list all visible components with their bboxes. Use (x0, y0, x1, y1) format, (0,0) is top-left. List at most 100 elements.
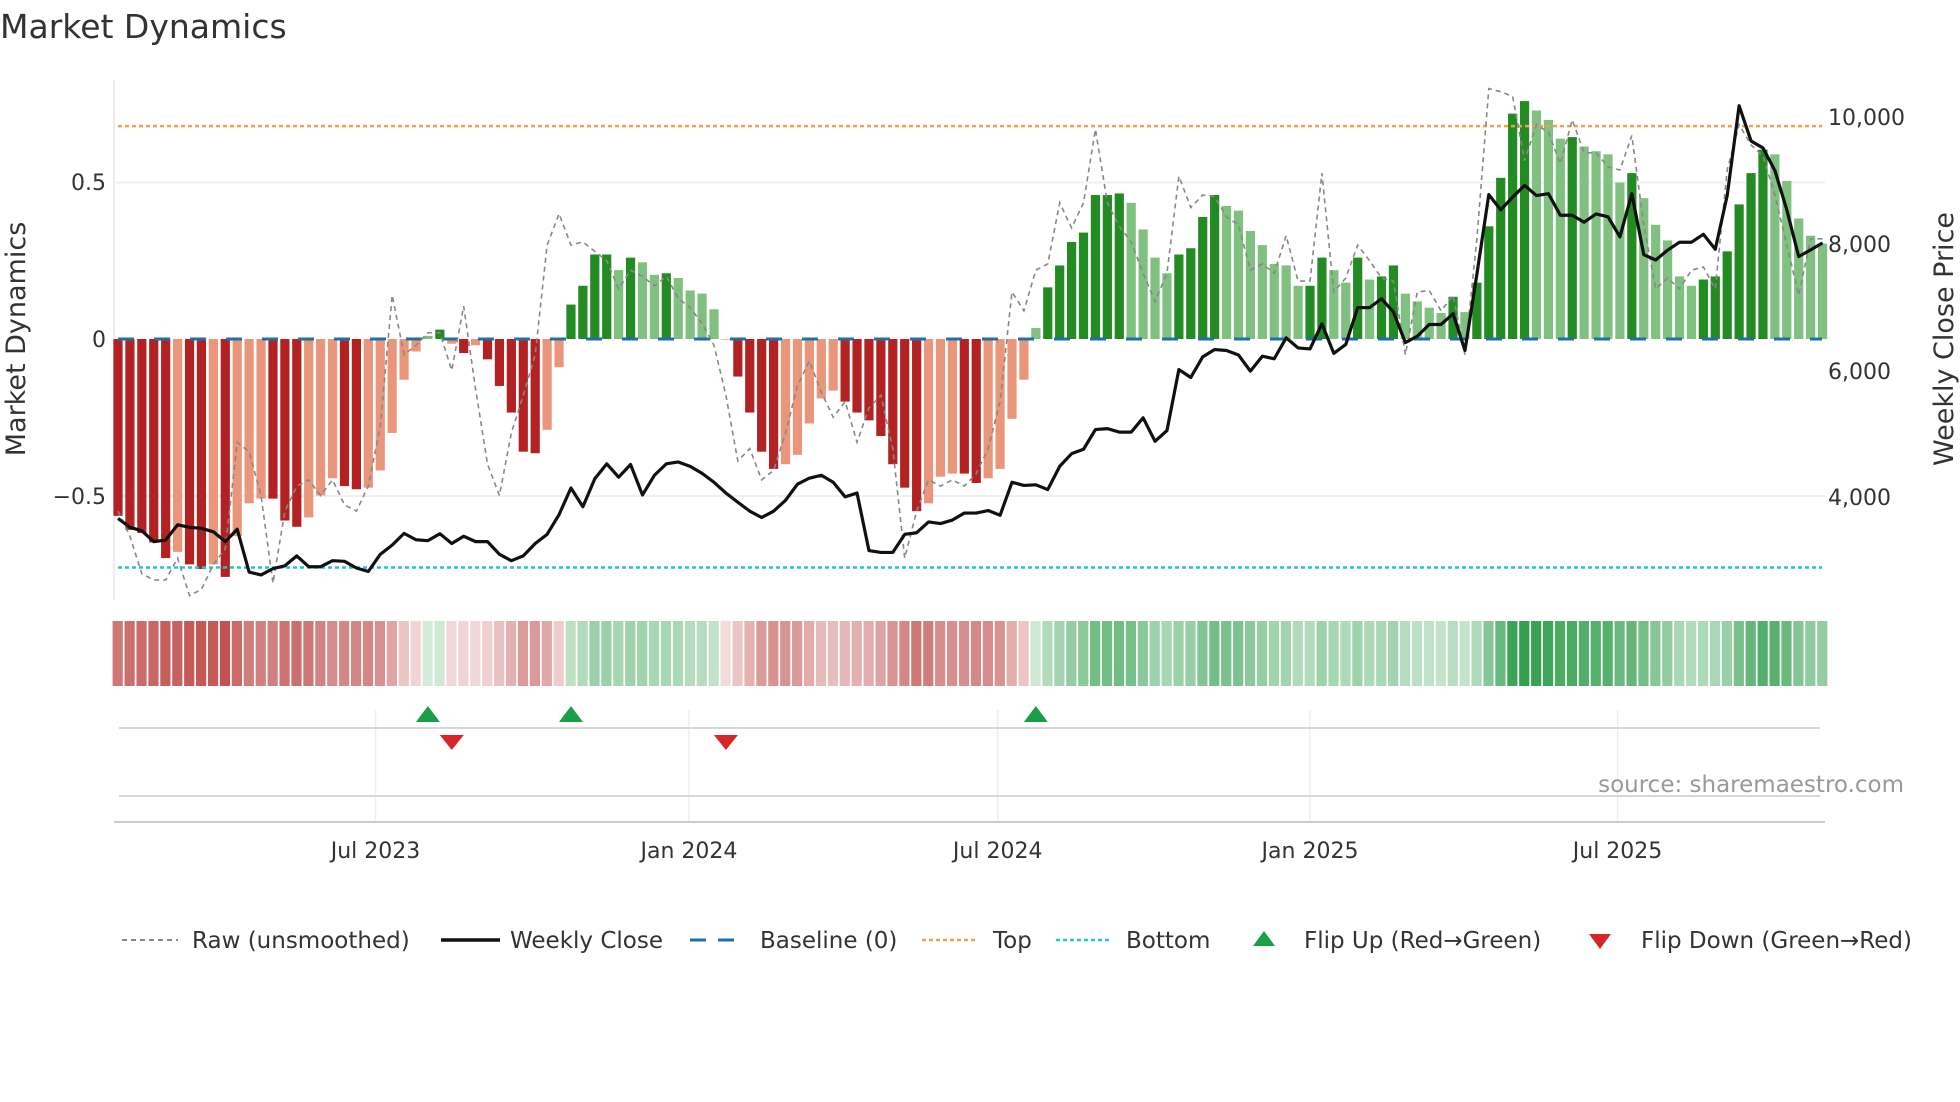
heatmap-cell (1161, 621, 1172, 686)
heatmap-cell (160, 621, 171, 686)
heatmap-cell (982, 621, 993, 686)
x-tick-label: Jan 2024 (639, 839, 738, 864)
heatmap-cell (1483, 621, 1494, 686)
heatmap-cell (1733, 621, 1744, 686)
heatmap-cell (1090, 621, 1101, 686)
dynamics-bar (1007, 339, 1017, 419)
legend-baseline-label: Baseline (0) (760, 928, 897, 954)
heatmap-cell (1578, 621, 1589, 686)
dynamics-bar (912, 339, 922, 512)
heatmap-cell (196, 621, 207, 686)
dynamics-bar (1591, 151, 1601, 339)
heatmap-cell (565, 621, 576, 686)
dynamics-bar (339, 339, 350, 487)
heatmap-cell (803, 621, 815, 686)
dynamics-bar (268, 339, 278, 499)
heatmap-cell (815, 621, 827, 686)
dynamics-bar (196, 339, 207, 570)
heatmap-cell (1566, 621, 1578, 686)
heatmap-cell (351, 621, 362, 686)
flip-down-marker (713, 735, 738, 750)
dynamics-bar (923, 339, 934, 504)
heatmap-cell (613, 621, 624, 686)
dynamics-bar (494, 339, 505, 386)
y-right-tick-label: 10,000 (1828, 106, 1905, 131)
x-tick-label: Jul 2025 (1571, 839, 1663, 864)
heatmap-cell (541, 621, 552, 686)
heatmap-cell (1697, 621, 1709, 686)
dynamics-bar (1674, 276, 1685, 339)
chart-title: Market Dynamics (0, 7, 287, 46)
heatmap-cell (625, 621, 636, 686)
heatmap-cell (1185, 621, 1196, 686)
heatmap-cell (637, 621, 648, 686)
dynamics-bar (1078, 232, 1089, 339)
dynamics-bar (971, 339, 981, 483)
dynamics-bar (1138, 229, 1148, 339)
heatmap-cell (1674, 621, 1685, 686)
heatmap-cell (780, 621, 791, 686)
legend-bottom-label: Bottom (1126, 928, 1210, 954)
dynamics-bar (1043, 287, 1053, 339)
heatmap-cell (1245, 621, 1256, 686)
heatmap-cell (1531, 621, 1542, 686)
heatmap-cell (887, 621, 898, 686)
dynamics-bar (1722, 251, 1732, 339)
heatmap-cell (303, 621, 314, 686)
heatmap-cell (1423, 621, 1434, 686)
flip-panel-grid (374, 710, 1619, 822)
legend-flip-up-icon (1253, 931, 1275, 946)
dynamics-bar (804, 339, 814, 424)
heatmap-cell (1018, 621, 1029, 686)
heatmap-cell (1209, 621, 1220, 686)
heatmap-cell (434, 621, 445, 686)
heatmap-cell (672, 621, 684, 686)
heatmap-cell (124, 621, 135, 686)
dynamics-bar (1746, 173, 1756, 339)
heatmap-cell (267, 621, 278, 686)
dynamics-bar (542, 339, 552, 430)
dynamics-bar (1305, 285, 1315, 339)
heatmap-cell (494, 621, 505, 686)
heatmap-cell (1769, 621, 1780, 686)
legend-flip-down-icon (1589, 934, 1611, 949)
dynamics-bar (1496, 177, 1506, 339)
heatmap-cell (696, 621, 707, 686)
heatmap-cell (935, 621, 946, 686)
heatmap-cell (577, 621, 588, 686)
heatmap-cell (1054, 621, 1065, 686)
legend: Raw (unsmoothed) Weekly Close Baseline (… (122, 928, 1912, 954)
dynamics-bar (327, 339, 338, 479)
dynamics-bar (1365, 279, 1375, 339)
dynamics-bar (590, 254, 600, 339)
heatmap-cell (529, 621, 540, 686)
dynamics-bar (745, 339, 755, 413)
reference-lines (118, 124, 1822, 569)
heatmap-cell (386, 621, 397, 686)
heatmap-cell (1221, 621, 1232, 686)
x-tick-label: Jan 2025 (1260, 839, 1359, 864)
dynamics-bar (244, 339, 254, 504)
dynamics-bar (1269, 263, 1279, 339)
dynamics-bar (482, 339, 493, 360)
heatmap-cell (601, 621, 612, 686)
heatmap-cell (1292, 621, 1303, 686)
heatmap-cell (756, 621, 767, 686)
dynamics-bar (1281, 265, 1291, 339)
heatmap-cell (1316, 621, 1327, 686)
dynamics-bar (554, 339, 564, 368)
x-tick-label: Jul 2024 (951, 839, 1043, 864)
dynamics-bar (1353, 257, 1363, 339)
heatmap-cell (1388, 621, 1399, 686)
dynamics-bar (530, 339, 540, 454)
heatmap-cell (1066, 621, 1077, 686)
heatmap-cell (1757, 621, 1768, 686)
dynamics-bar (852, 339, 862, 413)
heatmap-cell (279, 621, 290, 686)
heatmap-cell (1399, 621, 1411, 686)
y-right-tick-label: 4,000 (1828, 486, 1891, 511)
dynamics-bar (351, 339, 361, 490)
heatmap-cell (374, 621, 386, 686)
raw-line (117, 87, 1823, 597)
heatmap-cell (1459, 621, 1470, 686)
